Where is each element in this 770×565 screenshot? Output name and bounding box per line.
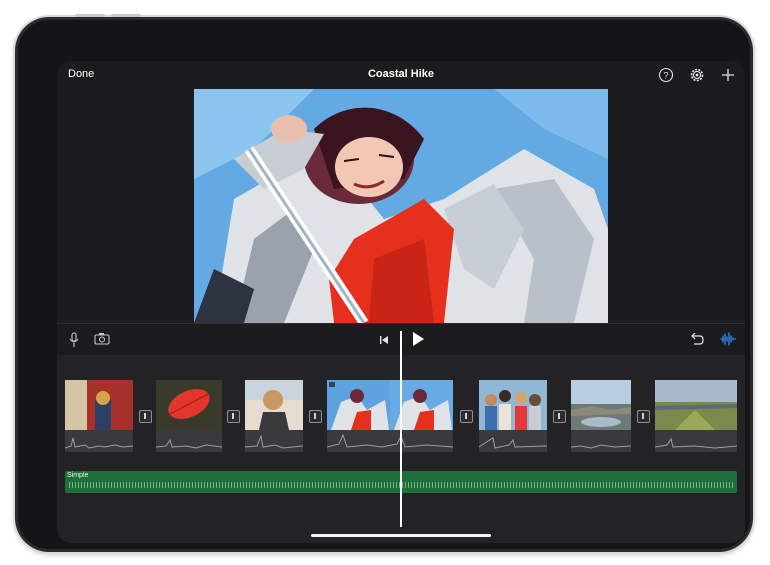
volume-button [75,14,105,17]
transition-icon[interactable] [139,410,152,423]
top-bar: Done Coastal Hike ? [57,61,745,89]
ipad-device: Done Coastal Hike ? Simple [15,14,753,552]
question-circle-icon[interactable]: ? [658,67,674,83]
volume-button [111,14,141,17]
project-title: Coastal Hike [367,68,435,80]
transition-icon[interactable] [309,410,322,423]
clip-woman-jacket[interactable] [326,380,454,452]
playhead[interactable] [400,331,402,527]
transition-icon[interactable] [637,410,650,423]
play-icon[interactable] [411,331,425,347]
transition-icon[interactable] [553,410,566,423]
microphone-icon[interactable] [67,332,81,348]
clip-woman-window[interactable] [64,380,134,452]
clip-group-friends[interactable] [478,380,548,452]
transition-icon[interactable] [227,410,240,423]
svg-text:?: ? [663,70,668,80]
video-viewer[interactable] [57,89,745,323]
gear-icon[interactable] [689,67,705,83]
preview-frame-comic-woman [194,89,608,323]
clip-red-leaf[interactable] [155,380,223,452]
imovie-screen: Done Coastal Hike ? Simple [57,61,745,543]
home-indicator[interactable] [311,534,491,537]
skip-to-start-icon[interactable] [378,333,390,345]
plus-icon[interactable] [720,67,736,83]
clip-grassy-plain[interactable] [654,380,738,452]
camera-icon[interactable] [94,332,110,346]
clip-coastal-rocks[interactable] [570,380,632,452]
waveform-icon[interactable] [720,331,737,347]
clip-woman-profile[interactable] [244,380,304,452]
transition-icon[interactable] [460,410,473,423]
undo-icon[interactable] [689,332,705,346]
